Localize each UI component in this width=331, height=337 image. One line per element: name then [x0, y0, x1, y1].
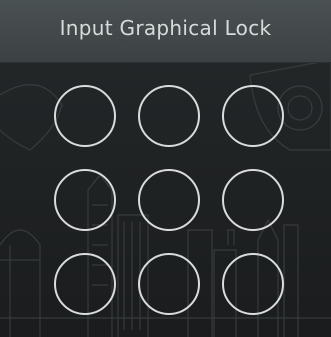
- page-title: Input Graphical Lock: [59, 16, 272, 40]
- lock-node-7[interactable]: [54, 253, 116, 315]
- lock-node-3[interactable]: [222, 85, 284, 147]
- lock-node-6[interactable]: [222, 169, 284, 231]
- lock-node-8[interactable]: [138, 253, 200, 315]
- lock-node-5[interactable]: [138, 169, 200, 231]
- lock-node-4[interactable]: [54, 169, 116, 231]
- pattern-lock-grid[interactable]: [54, 85, 286, 317]
- lock-node-9[interactable]: [222, 253, 284, 315]
- lock-node-2[interactable]: [138, 85, 200, 147]
- lock-node-1[interactable]: [54, 85, 116, 147]
- title-bar: Input Graphical Lock: [0, 0, 331, 63]
- graphical-lock-screen: Input Graphical Lock: [0, 0, 331, 337]
